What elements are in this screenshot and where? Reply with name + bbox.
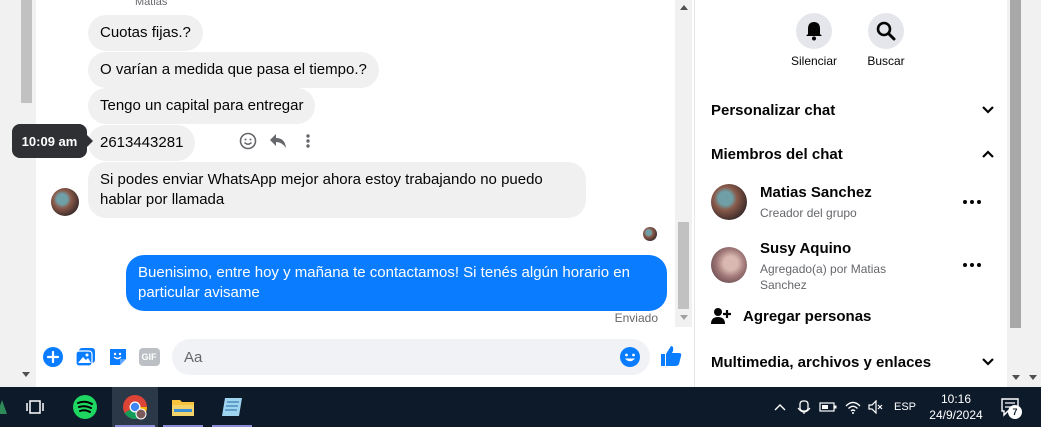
member-more-icon[interactable] — [961, 259, 983, 271]
chat-info-sidebar: Silenciar Buscar Personalizar chat Miemb… — [695, 0, 1007, 387]
sender-avatar[interactable] — [51, 188, 79, 216]
add-people-label: Agregar personas — [743, 307, 872, 325]
sticker-icon[interactable] — [106, 345, 130, 369]
scroll-down-arrow-icon[interactable] — [22, 372, 30, 377]
mute-button[interactable] — [796, 13, 832, 49]
language-indicator[interactable]: ESP — [890, 387, 920, 427]
show-hidden-icons-icon[interactable] — [770, 387, 790, 427]
media-files-label: Multimedia, archivos y enlaces — [711, 353, 932, 371]
clock-date: 24/9/2024 — [929, 408, 983, 422]
chat-members-row[interactable]: Miembros del chat — [711, 139, 995, 169]
gif-icon[interactable]: GIF — [137, 345, 161, 369]
message-bubble[interactable]: Tengo un capital para entregar — [88, 88, 316, 124]
scroll-up-arrow-icon[interactable] — [680, 5, 688, 10]
more-options-icon[interactable] — [297, 130, 319, 152]
page-scrollbar[interactable] — [0, 0, 36, 387]
notes-app-icon[interactable] — [209, 387, 255, 427]
member-role: Agregado(a) por Matias Sanchez — [760, 262, 887, 292]
sender-name: Matias — [135, 0, 168, 8]
add-person-icon — [711, 308, 731, 324]
chat-members-label: Miembros del chat — [711, 145, 843, 163]
message-actions — [237, 130, 319, 152]
message-input-container — [172, 339, 650, 375]
member-avatar[interactable] — [711, 184, 747, 220]
plus-icon[interactable] — [41, 345, 65, 369]
customize-chat-label: Personalizar chat — [711, 101, 836, 119]
bell-icon — [806, 22, 822, 41]
member-name[interactable]: Matias Sanchez — [760, 184, 872, 201]
message-status: Enviado — [614, 311, 658, 325]
member-role: Creador del grupo — [760, 206, 857, 220]
member-more-icon[interactable] — [961, 196, 983, 208]
mute-label: Silenciar — [790, 54, 838, 68]
media-files-row[interactable]: Multimedia, archivos y enlaces — [711, 347, 995, 377]
gif-label: GIF — [138, 348, 160, 366]
read-receipt-avatar — [643, 227, 657, 241]
window-scrollbar[interactable] — [1024, 0, 1041, 387]
search-button[interactable] — [868, 13, 904, 49]
member-name[interactable]: Susy Aquino — [760, 240, 851, 257]
chat-scrollbar-thumb[interactable] — [678, 222, 689, 309]
message-bubble[interactable]: Cuotas fijas.? — [88, 15, 203, 51]
clock-time: 10:16 — [940, 392, 972, 406]
battery-icon[interactable] — [817, 387, 839, 427]
volume-muted-icon[interactable] — [865, 387, 887, 427]
notification-center-icon[interactable]: 7 — [997, 387, 1025, 427]
meet-now-icon[interactable] — [794, 387, 814, 427]
chevron-up-icon — [982, 150, 994, 158]
file-explorer-icon[interactable] — [160, 387, 206, 427]
scroll-down-arrow-icon[interactable] — [1012, 375, 1020, 380]
outgoing-message-bubble[interactable]: Buenisimo, entre hoy y mañana te contact… — [126, 255, 667, 311]
react-emoji-icon[interactable] — [237, 130, 259, 152]
message-bubble[interactable]: 2613443281 — [88, 125, 196, 161]
page-scrollbar-thumb[interactable] — [21, 0, 32, 103]
sidebar-scrollbar[interactable] — [1007, 0, 1024, 387]
wifi-icon[interactable] — [842, 387, 864, 427]
scroll-down-arrow-icon[interactable] — [680, 315, 688, 320]
timestamp-tooltip: 10:09 am — [12, 124, 93, 158]
search-icon — [876, 21, 896, 41]
sidebar-scrollbar-thumb[interactable] — [1010, 0, 1021, 328]
chevron-down-icon — [982, 106, 994, 114]
spotify-icon[interactable] — [62, 387, 108, 427]
search-label: Buscar — [867, 54, 905, 68]
message-composer: GIF — [36, 338, 694, 378]
chat-scrollbar[interactable] — [675, 0, 692, 327]
scroll-down-arrow-icon[interactable] — [1029, 375, 1037, 380]
add-people-row[interactable]: Agregar personas — [711, 306, 871, 326]
task-view-icon[interactable] — [12, 387, 58, 427]
emoji-icon[interactable] — [618, 345, 642, 369]
reply-icon[interactable] — [267, 130, 289, 152]
member-avatar[interactable] — [711, 247, 747, 283]
message-input[interactable] — [172, 339, 592, 375]
photo-icon[interactable] — [74, 345, 98, 369]
thumbs-up-icon[interactable] — [659, 344, 683, 368]
notification-count-badge: 7 — [1008, 405, 1022, 419]
chrome-icon[interactable] — [112, 387, 158, 427]
chevron-down-icon — [982, 358, 994, 366]
screen: Matias Cuotas fijas.? O varían a medida … — [0, 0, 1041, 427]
message-bubble[interactable]: O varían a medida que pasa el tiempo.? — [88, 52, 379, 88]
taskbar: ESP 10:16 24/9/2024 7 — [0, 387, 1041, 427]
message-bubble[interactable]: Si podes enviar WhatsApp mejor ahora est… — [88, 162, 586, 218]
customize-chat-row[interactable]: Personalizar chat — [711, 95, 995, 125]
chat-panel: Matias Cuotas fijas.? O varían a medida … — [36, 0, 694, 387]
taskbar-clock[interactable]: 10:16 24/9/2024 — [920, 391, 992, 423]
